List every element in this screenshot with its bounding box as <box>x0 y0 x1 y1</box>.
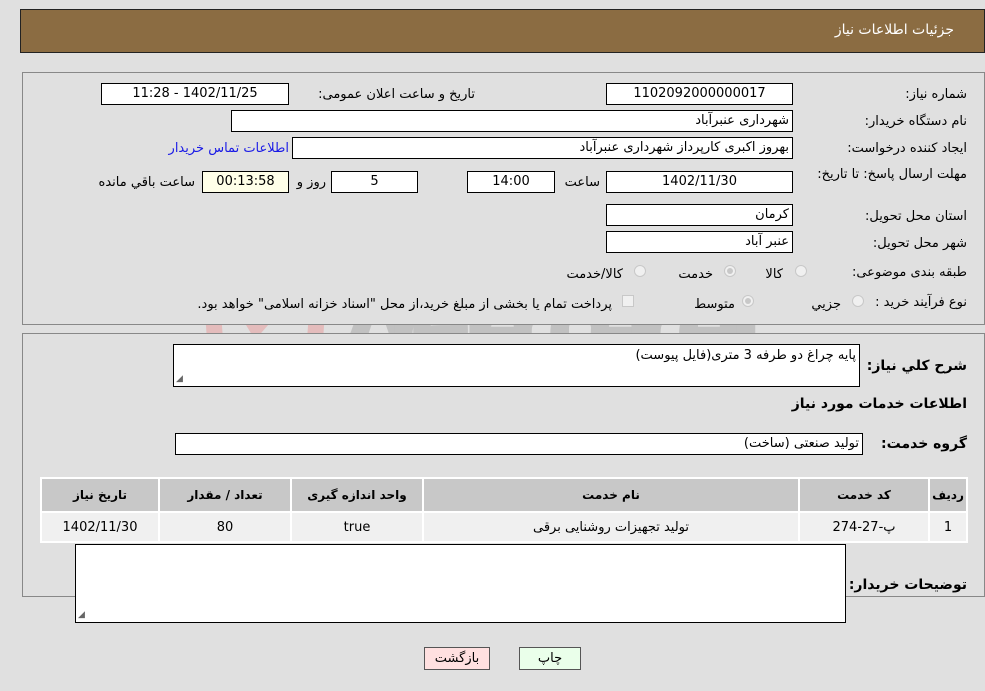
col-header-row-number: ردیف <box>928 477 968 513</box>
description-text: پایه چراغ دو طرفه 3 متری(فایل پیوست) <box>635 348 856 363</box>
table-header-row: ردیف کد خدمت نام خدمت واحد اندازه گیری ت… <box>40 477 968 513</box>
category-option-service: خدمت <box>678 267 713 282</box>
deadline-time-field[interactable]: 14:00 <box>467 171 555 193</box>
buyer-org-label: نام دستگاه خریدار: <box>864 114 967 129</box>
page-header: جزئیات اطلاعات نیاز <box>20 9 985 53</box>
print-button[interactable]: چاپ <box>519 647 581 670</box>
col-header-service-code: کد خدمت <box>798 477 930 513</box>
service-group-label: گروه خدمت: <box>881 436 967 452</box>
buyer-notes-label: توضیحات خریدار: <box>848 577 967 593</box>
process-radio-minor[interactable] <box>852 295 864 307</box>
remaining-time-label: ساعت باقي مانده <box>98 175 195 190</box>
col-header-service-name: نام خدمت <box>422 477 800 513</box>
buyer-notes-textarea[interactable]: ◢ <box>75 544 846 623</box>
cell-quantity: 80 <box>158 511 292 543</box>
buyer-org-field[interactable]: شهرداری عنبرآباد <box>231 110 793 132</box>
category-label: طبقه بندی موضوعی: <box>851 265 967 280</box>
category-radio-service[interactable] <box>724 265 736 277</box>
announce-date-label: تاریخ و ساعت اعلان عمومی: <box>318 87 475 102</box>
buyer-notes-text <box>76 545 845 548</box>
description-label: شرح كلي نياز: <box>866 358 967 374</box>
announce-date-field[interactable]: 1402/11/25 - 11:28 <box>101 83 289 105</box>
category-radio-goods-service[interactable] <box>634 265 646 277</box>
category-option-goods-service: کالا/خدمت <box>566 267 623 282</box>
process-type-label: نوع فرآیند خرید : <box>875 295 967 310</box>
cell-need-date: 1402/11/30 <box>40 511 160 543</box>
services-table: ردیف کد خدمت نام خدمت واحد اندازه گیری ت… <box>40 477 968 543</box>
process-option-medium: متوسط <box>694 297 735 312</box>
cell-row-number: 1 <box>928 511 968 543</box>
page-title: جزئیات اطلاعات نیاز <box>834 22 954 38</box>
deadline-label: مهلت ارسال پاسخ: تا تاریخ: <box>817 167 967 182</box>
services-heading: اطلاعات خدمات مورد نیاز <box>791 396 967 412</box>
remaining-time-field[interactable]: 00:13:58 <box>202 171 289 193</box>
creator-label: ایجاد کننده درخواست: <box>847 141 967 156</box>
province-label: استان محل تحویل: <box>865 209 967 224</box>
need-number-field[interactable]: 1102092000000017 <box>606 83 793 105</box>
treasury-note: پرداخت تمام یا بخشی از مبلغ خرید،از محل … <box>197 297 612 312</box>
creator-field[interactable]: بهروز اکبری کارپرداز شهرداری عنبرآباد <box>292 137 793 159</box>
description-textarea[interactable]: پایه چراغ دو طرفه 3 متری(فایل پیوست) ◢ <box>173 344 860 387</box>
resize-grip-icon[interactable]: ◢ <box>78 610 88 620</box>
back-button[interactable]: بازگشت <box>424 647 490 670</box>
col-header-need-date: تاریخ نیاز <box>40 477 160 513</box>
resize-grip-icon[interactable]: ◢ <box>176 374 186 384</box>
category-radio-goods[interactable] <box>795 265 807 277</box>
days-remaining-field[interactable]: 5 <box>331 171 418 193</box>
col-header-quantity: تعداد / مقدار <box>158 477 292 513</box>
need-number-label: شماره نیاز: <box>905 87 967 102</box>
process-option-minor: جزیي <box>811 297 841 312</box>
deadline-time-label: ساعت <box>564 175 600 190</box>
cell-service-code: پ-27-274 <box>798 511 930 543</box>
deadline-date-field[interactable]: 1402/11/30 <box>606 171 793 193</box>
treasury-checkbox[interactable] <box>622 295 634 307</box>
days-label: روز و <box>296 175 326 190</box>
buyer-contact-link[interactable]: اطلاعات تماس خریدار <box>169 141 289 156</box>
process-radio-medium[interactable] <box>742 295 754 307</box>
province-field[interactable]: کرمان <box>606 204 793 226</box>
city-label: شهر محل تحویل: <box>872 236 967 251</box>
cell-service-name: تولید تجهیزات روشنایی برقی <box>422 511 800 543</box>
table-row: 1 پ-27-274 تولید تجهیزات روشنایی برقی tr… <box>40 511 968 543</box>
cell-unit: true <box>290 511 424 543</box>
col-header-unit: واحد اندازه گیری <box>290 477 424 513</box>
category-option-goods: کالا <box>765 267 783 282</box>
service-group-field[interactable]: تولید صنعتی (ساخت) <box>175 433 863 455</box>
city-field[interactable]: عنبر آباد <box>606 231 793 253</box>
